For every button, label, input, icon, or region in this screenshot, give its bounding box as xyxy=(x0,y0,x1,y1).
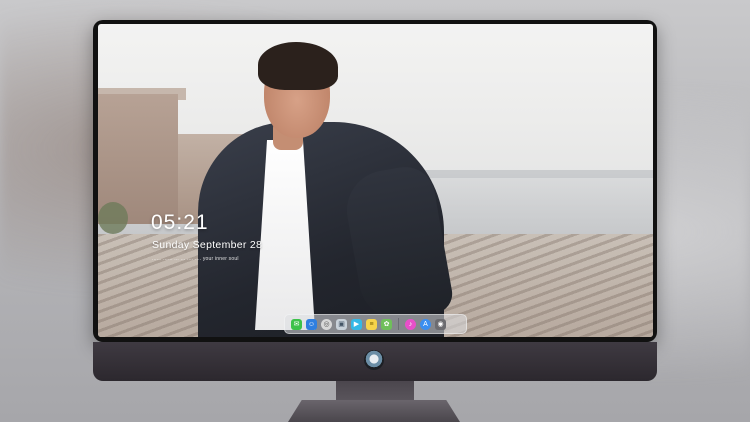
camera-icon[interactable]: ◉ xyxy=(435,318,446,330)
wallpaper-person xyxy=(98,24,653,337)
app-store-icon[interactable]: A xyxy=(420,318,431,330)
notes-icon[interactable]: ≡ xyxy=(366,318,377,330)
monitor-stand-base xyxy=(288,400,460,422)
lock-date: Sunday September 28 xyxy=(152,239,263,251)
dock-separator xyxy=(398,318,399,330)
finder-icon[interactable]: ☺ xyxy=(306,318,317,330)
lock-subtitle: ...... ...... ... ... .... .... your inn… xyxy=(152,256,239,262)
messages-icon[interactable]: ✉ xyxy=(291,318,302,330)
person-hair xyxy=(258,42,338,90)
lock-screen[interactable]: 05:21 Sunday September 28 ...... ...... … xyxy=(98,24,653,337)
alienware-icon xyxy=(364,350,384,370)
lock-clock: 05:21 xyxy=(151,211,209,234)
preview-icon[interactable]: ▣ xyxy=(336,318,347,330)
itunes-icon[interactable]: ♪ xyxy=(405,318,416,330)
dock: ✉ ☺ ◎ ▣ ▶ ≡ ✿ ♪ A ◉ xyxy=(284,314,467,334)
photos-icon[interactable]: ✿ xyxy=(381,318,392,330)
launchpad-icon[interactable]: ◎ xyxy=(321,318,332,330)
video-icon[interactable]: ▶ xyxy=(351,318,362,330)
